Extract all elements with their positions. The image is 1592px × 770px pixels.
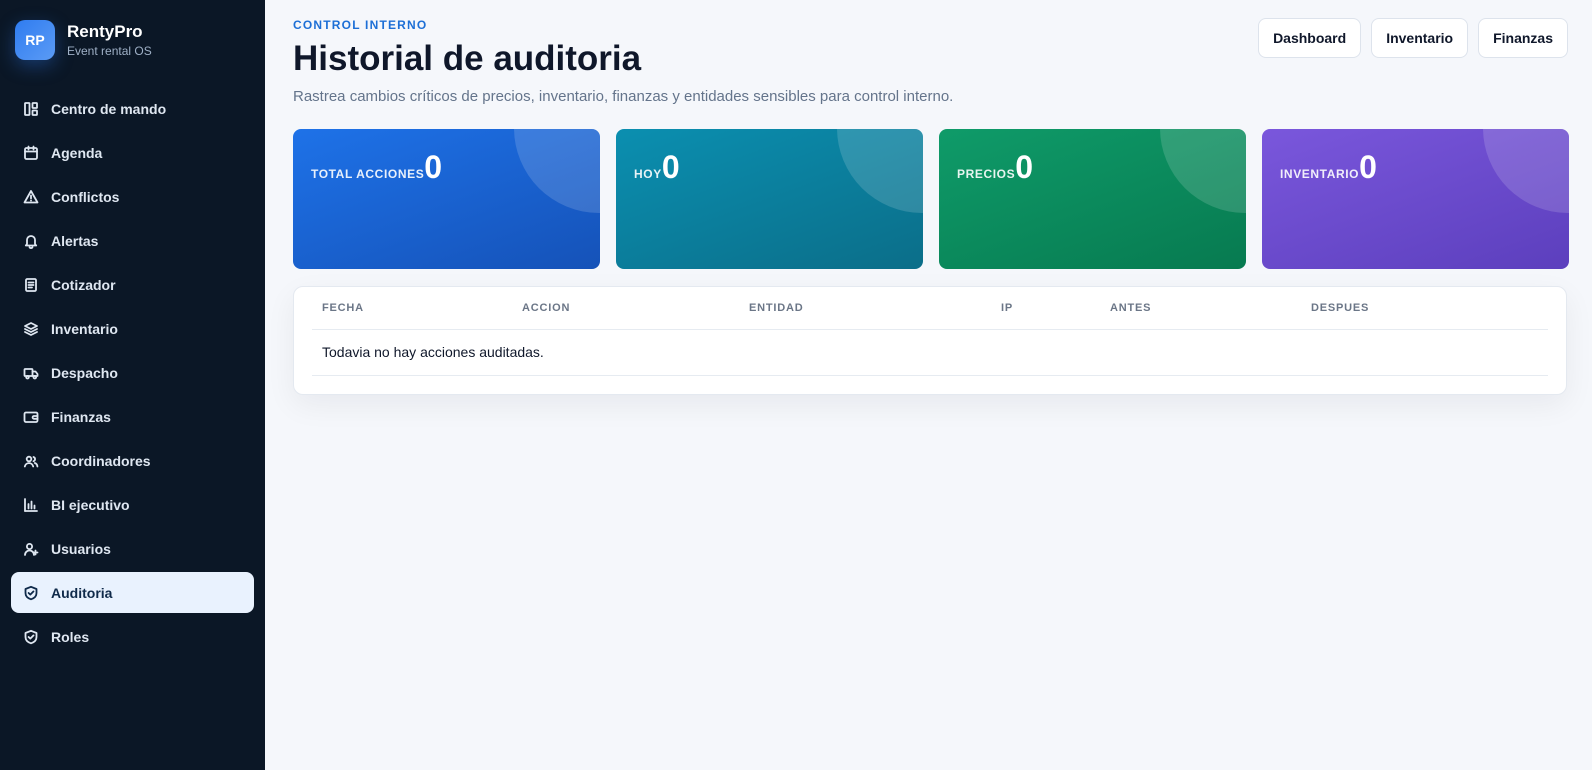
wallet-icon — [23, 409, 39, 425]
sidebar-item-label: Coordinadores — [51, 452, 151, 469]
sidebar-item-agenda[interactable]: Agenda — [11, 132, 254, 173]
stat-label: HOY — [634, 167, 662, 181]
stat-card-total-acciones: TOTAL ACCIONES 0 — [293, 129, 600, 269]
sidebar-nav: Centro de mando Agenda Conflictos Alerta… — [0, 88, 265, 657]
stat-value: 0 — [424, 149, 443, 185]
user-plus-icon — [23, 541, 39, 557]
column-header-ip[interactable]: IP — [991, 287, 1100, 330]
warning-icon — [23, 189, 39, 205]
audit-table: FECHA ACCION ENTIDAD IP ANTES DESPUES To… — [312, 287, 1548, 376]
sidebar-item-coordinadores[interactable]: Coordinadores — [11, 440, 254, 481]
stat-value: 0 — [1359, 149, 1377, 185]
stat-card-precios: PRECIOS 0 — [939, 129, 1246, 269]
audit-table-card: FECHA ACCION ENTIDAD IP ANTES DESPUES To… — [293, 286, 1567, 395]
column-header-accion[interactable]: ACCION — [512, 287, 739, 330]
brand-subtitle: Event rental OS — [67, 44, 152, 58]
sidebar-item-label: Cotizador — [51, 276, 116, 293]
sidebar-item-label: Agenda — [51, 144, 103, 161]
sidebar-item-alertas[interactable]: Alertas — [11, 220, 254, 261]
stat-value: 0 — [1015, 149, 1034, 185]
sidebar-item-bi-ejecutivo[interactable]: BI ejecutivo — [11, 484, 254, 525]
sidebar-item-label: Inventario — [51, 320, 118, 337]
bar-chart-icon — [23, 497, 39, 513]
truck-icon — [23, 365, 39, 381]
column-header-fecha[interactable]: FECHA — [312, 287, 512, 330]
document-icon — [23, 277, 39, 293]
sidebar-item-usuarios[interactable]: Usuarios — [11, 528, 254, 569]
sidebar-item-label: Finanzas — [51, 408, 111, 425]
column-header-entidad[interactable]: ENTIDAD — [739, 287, 991, 330]
sidebar-item-label: Despacho — [51, 364, 118, 381]
bell-icon — [23, 233, 39, 249]
sidebar-item-label: Centro de mando — [51, 100, 167, 117]
inventario-button[interactable]: Inventario — [1371, 18, 1469, 58]
sidebar-item-inventario[interactable]: Inventario — [11, 308, 254, 349]
stat-label: INVENTARIO — [1280, 167, 1360, 181]
sidebar-item-label: Usuarios — [51, 540, 111, 557]
layers-icon — [23, 321, 39, 337]
sidebar-item-label: Conflictos — [51, 188, 120, 205]
shield-check-icon — [23, 585, 39, 601]
dashboard-button[interactable]: Dashboard — [1258, 18, 1362, 58]
stat-card-inventario: INVENTARIO 0 — [1262, 129, 1569, 269]
stat-label: PRECIOS — [957, 167, 1016, 181]
finanzas-button[interactable]: Finanzas — [1478, 18, 1568, 58]
sidebar-item-label: Roles — [51, 628, 90, 645]
header-actions: Dashboard Inventario Finanzas — [1258, 18, 1568, 58]
table-header-row: FECHA ACCION ENTIDAD IP ANTES DESPUES — [312, 287, 1548, 330]
sidebar-item-label: Auditoria — [51, 584, 113, 601]
stats-cards: TOTAL ACCIONES 0 HOY 0 PRECIOS 0 INVENTA… — [293, 129, 1592, 269]
users-icon — [23, 453, 39, 469]
sidebar-item-finanzas[interactable]: Finanzas — [11, 396, 254, 437]
sidebar-item-centro-de-mando[interactable]: Centro de mando — [11, 88, 254, 129]
column-header-antes[interactable]: ANTES — [1100, 287, 1301, 330]
calendar-icon — [23, 145, 39, 161]
stat-card-hoy: HOY 0 — [616, 129, 923, 269]
table-row: Todavia no hay acciones auditadas. — [312, 329, 1548, 376]
layout-icon — [23, 101, 39, 117]
shield-check-icon — [23, 629, 39, 645]
empty-state-message: Todavia no hay acciones auditadas. — [312, 329, 1548, 376]
sidebar-item-cotizador[interactable]: Cotizador — [11, 264, 254, 305]
sidebar-item-auditoria[interactable]: Auditoria — [11, 572, 254, 613]
stat-value: 0 — [661, 149, 680, 185]
sidebar: RP RentyPro Event rental OS Centro de ma… — [0, 0, 265, 770]
page-subtitle: Rastrea cambios críticos de precios, inv… — [293, 88, 954, 105]
sidebar-item-label: Alertas — [51, 232, 99, 249]
sidebar-item-roles[interactable]: Roles — [11, 616, 254, 657]
brand: RP RentyPro Event rental OS — [0, 0, 265, 78]
sidebar-item-conflictos[interactable]: Conflictos — [11, 176, 254, 217]
brand-logo: RP — [15, 20, 55, 60]
stat-label: TOTAL ACCIONES — [311, 167, 425, 181]
sidebar-item-label: BI ejecutivo — [51, 496, 130, 513]
sidebar-item-despacho[interactable]: Despacho — [11, 352, 254, 393]
main-content: CONTROL INTERNO Historial de auditoria R… — [265, 0, 1592, 770]
brand-name: RentyPro — [67, 22, 143, 41]
column-header-despues[interactable]: DESPUES — [1301, 287, 1548, 330]
